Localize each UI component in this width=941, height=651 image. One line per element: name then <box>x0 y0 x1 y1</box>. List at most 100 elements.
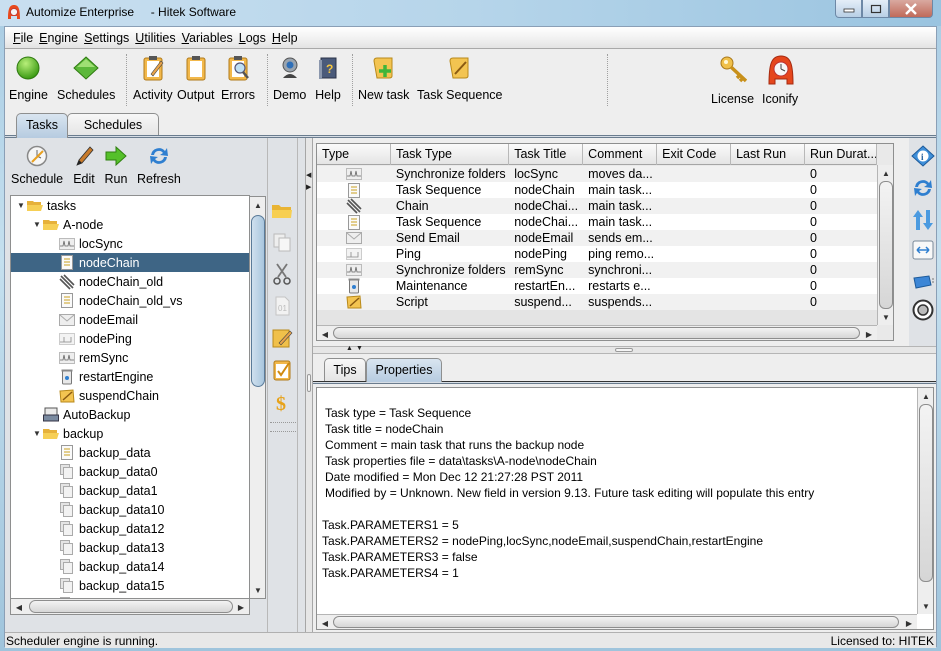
errors-button[interactable]: Errors <box>221 54 255 102</box>
collapse-up-arrow[interactable]: ▲ <box>346 345 353 352</box>
table-row[interactable]: Chain nodeChai... main task... 0 <box>317 198 877 214</box>
table-row[interactable]: Script suspend... suspends... 0 <box>317 294 877 310</box>
tree-item[interactable]: backup_data10 <box>11 500 249 519</box>
new-task-button[interactable]: New task <box>358 54 409 102</box>
tab-tasks[interactable]: Tasks <box>16 113 68 138</box>
engine-button[interactable]: Engine <box>9 54 48 102</box>
tree-item[interactable]: backup_data1 <box>11 481 249 500</box>
sort-icon[interactable] <box>911 208 935 232</box>
tree-item[interactable]: nodePing <box>11 329 249 348</box>
tree-item[interactable]: backup_data0 <box>11 462 249 481</box>
edit-note-icon[interactable] <box>270 326 294 350</box>
scroll-thumb[interactable] <box>879 181 893 309</box>
scroll-right-arrow[interactable]: ▶ <box>233 599 249 615</box>
iconify-button[interactable]: Iconify <box>762 54 798 106</box>
tree-item[interactable]: backup_data12 <box>11 519 249 538</box>
output-button[interactable]: Output <box>177 54 215 102</box>
tree-item[interactable]: remSync <box>11 348 249 367</box>
column-header[interactable]: Type <box>317 144 391 165</box>
column-header[interactable]: Run Durat... <box>805 144 878 165</box>
scroll-thumb[interactable] <box>251 215 265 387</box>
help-button[interactable]: ? Help <box>314 54 342 102</box>
menu-help[interactable]: Help <box>272 31 298 45</box>
menu-logs[interactable]: Logs <box>239 31 266 45</box>
task-sequence-button[interactable]: Task Sequence <box>417 54 502 102</box>
tree-item[interactable]: backup_data13 <box>11 538 249 557</box>
scroll-thumb[interactable] <box>29 600 233 613</box>
menu-file[interactable]: File <box>13 31 33 45</box>
expand-right-arrow[interactable]: ▶ <box>306 183 311 191</box>
demo-button[interactable]: Demo <box>273 54 306 102</box>
collapse-left-arrow[interactable]: ◀ <box>306 171 311 179</box>
expand-toggle-icon[interactable]: ▼ <box>31 429 43 438</box>
table-row[interactable]: Synchronize folders locSync moves da... 0 <box>317 166 877 182</box>
scroll-thumb[interactable] <box>333 327 860 339</box>
scroll-down-arrow[interactable]: ▼ <box>250 582 266 598</box>
table-row[interactable]: Task Sequence nodeChai... main task... 0 <box>317 214 877 230</box>
copy-icon[interactable] <box>270 230 294 254</box>
column-header[interactable]: Comment <box>583 144 658 165</box>
expand-down-arrow[interactable]: ▼ <box>356 345 363 352</box>
menu-engine[interactable]: Engine <box>39 31 78 45</box>
vertical-splitter[interactable]: ◀ ▶ <box>305 138 313 632</box>
activity-button[interactable]: Activity <box>133 54 173 102</box>
menu-utilities[interactable]: Utilities <box>135 31 175 45</box>
schedules-button[interactable]: Schedules <box>57 54 115 102</box>
record-icon[interactable] <box>911 298 935 322</box>
scroll-thumb[interactable] <box>919 404 933 582</box>
properties-vertical-scrollbar[interactable]: ▲ ▼ <box>917 388 933 614</box>
menu-settings[interactable]: Settings <box>84 31 129 45</box>
column-header[interactable]: Task Title <box>509 144 584 165</box>
scroll-right-arrow[interactable]: ▶ <box>901 615 917 629</box>
tab-properties[interactable]: Properties <box>366 358 442 382</box>
scroll-left-arrow[interactable]: ◀ <box>11 599 27 615</box>
tree-item[interactable]: AutoBackup <box>11 405 249 424</box>
edit-button[interactable]: Edit <box>70 144 98 186</box>
scroll-thumb[interactable] <box>333 616 899 628</box>
license-button[interactable]: License <box>711 54 754 106</box>
open-folder-icon[interactable] <box>270 198 294 222</box>
run-button[interactable]: Run <box>102 144 130 186</box>
scroll-left-arrow[interactable]: ◀ <box>317 615 333 629</box>
column-header[interactable]: Last Run <box>731 144 806 165</box>
tree-horizontal-scrollbar[interactable]: ◀ ▶ <box>10 598 250 615</box>
tree-item[interactable]: suspendChain <box>11 386 249 405</box>
tab-tips[interactable]: Tips <box>324 358 366 381</box>
usb-drive-icon[interactable] <box>911 270 935 294</box>
tree-item[interactable]: nodeChain_old <box>11 272 249 291</box>
expand-toggle-icon[interactable]: ▼ <box>15 201 27 210</box>
tree-item[interactable]: locSync <box>11 234 249 253</box>
paste-icon[interactable]: 01 <box>270 294 294 318</box>
schedule-button[interactable]: Schedule <box>11 144 63 186</box>
cut-icon[interactable] <box>270 262 294 286</box>
scroll-up-arrow[interactable]: ▲ <box>878 165 893 181</box>
tree-item[interactable]: backup_data15 <box>11 576 249 595</box>
column-header[interactable]: Task Type <box>391 144 510 165</box>
refresh-icon[interactable] <box>911 176 935 200</box>
table-row[interactable]: Ping nodePing ping remo... 0 <box>317 246 877 262</box>
splitter-grip[interactable] <box>615 348 633 352</box>
scroll-up-arrow[interactable]: ▲ <box>918 388 933 404</box>
refresh-button[interactable]: Refresh <box>137 144 181 186</box>
tree-item[interactable]: nodeEmail <box>11 310 249 329</box>
table-horizontal-scrollbar[interactable]: ◀ ▶ <box>317 325 877 340</box>
table-vertical-scrollbar[interactable]: ▲ ▼ <box>877 165 893 325</box>
tree-item[interactable]: restartEngine <box>11 367 249 386</box>
info-icon[interactable]: i <box>911 144 935 168</box>
resize-columns-icon[interactable] <box>911 238 935 262</box>
tab-schedules[interactable]: Schedules <box>67 113 159 137</box>
properties-horizontal-scrollbar[interactable]: ◀ ▶ <box>317 614 917 629</box>
tree-item[interactable]: ▼ A-node <box>11 215 249 234</box>
close-button[interactable] <box>889 0 933 18</box>
scroll-left-arrow[interactable]: ◀ <box>317 326 333 340</box>
tree-item[interactable]: backup_data <box>11 443 249 462</box>
minimize-button[interactable] <box>835 0 862 18</box>
tree-item[interactable]: nodeChain_old_vs <box>11 291 249 310</box>
tree-item[interactable]: backup_data14 <box>11 557 249 576</box>
checklist-icon[interactable] <box>270 358 294 382</box>
scroll-up-arrow[interactable]: ▲ <box>250 197 266 213</box>
column-header[interactable]: Exit Code <box>657 144 732 165</box>
horizontal-splitter[interactable]: ▲ ▼ <box>313 345 936 354</box>
variable-dollar-icon[interactable]: $ <box>270 390 294 414</box>
scroll-down-arrow[interactable]: ▼ <box>918 598 933 614</box>
